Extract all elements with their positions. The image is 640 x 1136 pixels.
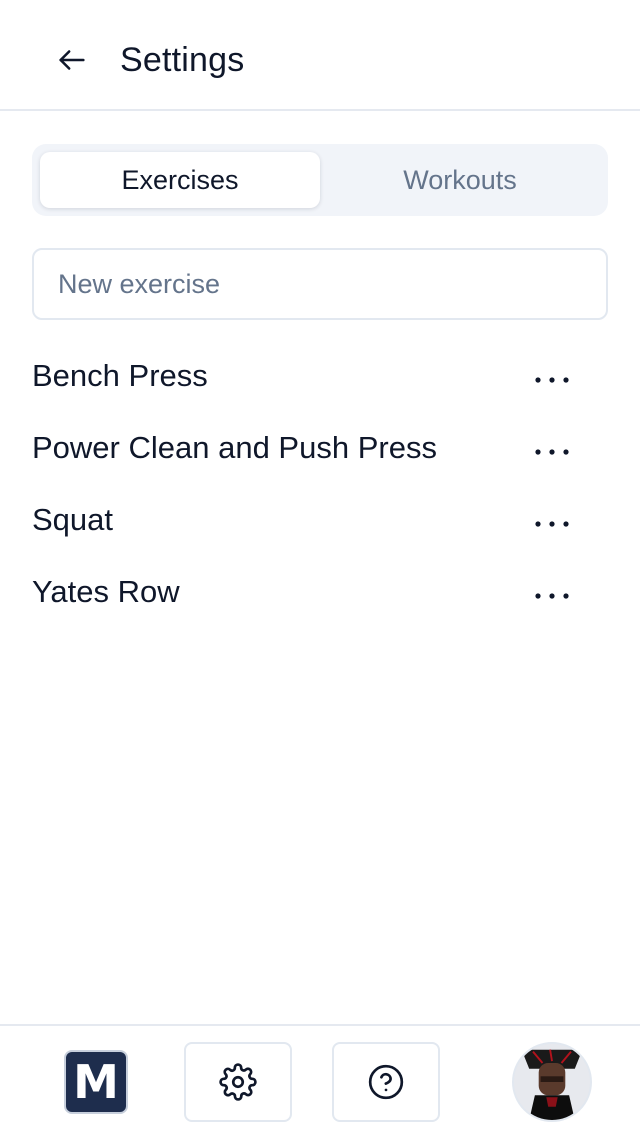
back-button[interactable] [46, 36, 98, 84]
segmented-tabs: Exercises Workouts [32, 144, 608, 216]
app-logo-button[interactable]: M [64, 1050, 128, 1114]
more-horizontal-icon [535, 449, 569, 455]
help-circle-icon [368, 1064, 404, 1100]
user-avatar[interactable] [512, 1042, 592, 1122]
tab-workouts[interactable]: Workouts [320, 152, 600, 208]
more-horizontal-icon [535, 593, 569, 599]
list-item[interactable]: Bench Press [32, 340, 608, 412]
bottom-nav: M [0, 1024, 640, 1136]
more-horizontal-icon [535, 521, 569, 527]
help-button[interactable] [332, 1042, 440, 1122]
list-item[interactable]: Power Clean and Push Press [32, 412, 608, 484]
settings-page: Settings Exercises Workouts Bench Press … [0, 0, 640, 1136]
exercise-name: Squat [32, 502, 114, 537]
arrow-left-icon [59, 50, 85, 70]
exercise-menu-button[interactable] [528, 578, 576, 614]
exercise-menu-button[interactable] [528, 362, 576, 398]
list-item[interactable]: Yates Row [32, 556, 608, 628]
exercise-menu-button[interactable] [528, 434, 576, 470]
gear-icon [219, 1063, 257, 1101]
page-title: Settings [120, 41, 245, 79]
list-item[interactable]: Squat [32, 484, 608, 556]
exercise-name: Yates Row [32, 574, 180, 609]
settings-button[interactable] [184, 1042, 292, 1122]
exercise-name: Power Clean and Push Press [32, 430, 437, 465]
header: Settings [0, 0, 640, 111]
exercise-name: Bench Press [32, 358, 208, 393]
avatar-image [514, 1044, 590, 1120]
tab-exercises[interactable]: Exercises [40, 152, 320, 208]
exercise-list: Bench Press Power Clean and Push Press S… [32, 340, 608, 628]
more-horizontal-icon [535, 377, 569, 383]
new-exercise-input[interactable] [32, 248, 608, 320]
exercise-menu-button[interactable] [528, 506, 576, 542]
